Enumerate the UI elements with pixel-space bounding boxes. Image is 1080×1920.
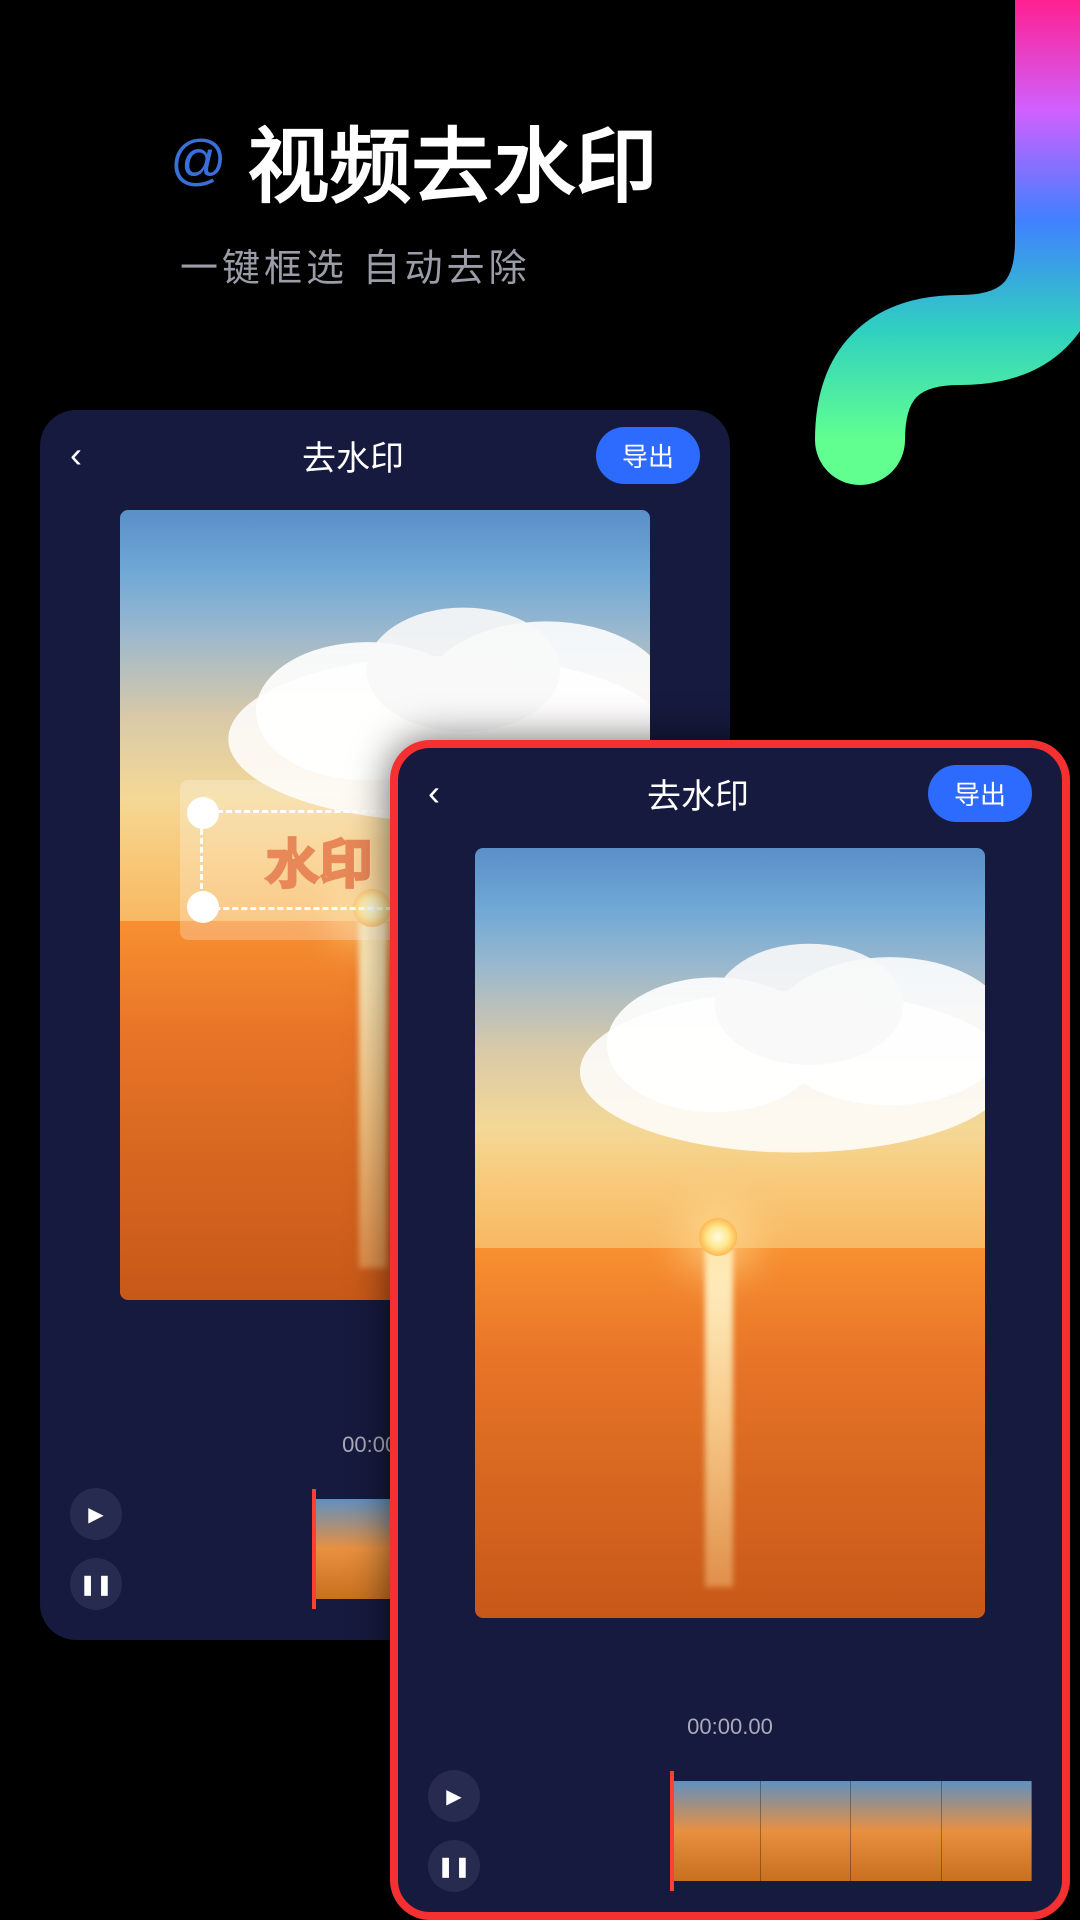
decorative-gradient-curve <box>780 0 1080 500</box>
export-button[interactable]: 导出 <box>928 765 1032 822</box>
page-subtitle: 一键框选 自动去除 <box>180 237 657 292</box>
play-button[interactable]: ▶ <box>428 1770 480 1822</box>
phone-header: ‹ 去水印 导出 <box>40 410 730 500</box>
playhead[interactable] <box>312 1489 316 1609</box>
timeline-thumbnail <box>761 1781 852 1881</box>
pause-button[interactable]: ❚❚ <box>428 1840 480 1892</box>
clouds-graphic <box>526 910 985 1180</box>
resize-handle-bottom-left[interactable] <box>187 891 219 923</box>
phone-header: ‹ 去水印 导出 <box>398 748 1062 838</box>
pause-button[interactable]: ❚❚ <box>70 1558 122 1610</box>
timeline-thumbnail <box>942 1781 1033 1881</box>
at-symbol-icon: @ <box>170 127 227 192</box>
pause-icon: ❚❚ <box>79 1572 113 1597</box>
back-button[interactable]: ‹ <box>428 772 468 814</box>
pause-icon: ❚❚ <box>437 1854 471 1879</box>
preview-image <box>475 848 985 1618</box>
timeline-thumbnail <box>851 1781 942 1881</box>
timecode-label: 00:00.00 <box>428 1714 1032 1740</box>
playhead[interactable] <box>670 1771 674 1891</box>
back-button[interactable]: ‹ <box>70 434 110 476</box>
play-icon: ▶ <box>446 1784 461 1809</box>
promo-header: @ 视频去水印 一键框选 自动去除 <box>170 100 657 292</box>
screen-title: 去水印 <box>302 431 404 480</box>
timeline-scrubber[interactable] <box>670 1781 1032 1881</box>
play-icon: ▶ <box>88 1502 103 1527</box>
watermark-sample-text: 水印 <box>266 823 374 898</box>
page-title: 视频去水印 <box>247 100 657 219</box>
video-preview[interactable] <box>475 848 985 1618</box>
play-button[interactable]: ▶ <box>70 1488 122 1540</box>
phone-mockup-after: ‹ 去水印 导出 00:00.00 ▶ ❚❚ <box>390 740 1070 1920</box>
timeline-section: 00:00.00 ▶ ❚❚ <box>398 1714 1062 1892</box>
resize-handle-top-left[interactable] <box>187 797 219 829</box>
export-button[interactable]: 导出 <box>596 427 700 484</box>
screen-title: 去水印 <box>647 769 749 818</box>
timeline-thumbnail <box>670 1781 761 1881</box>
